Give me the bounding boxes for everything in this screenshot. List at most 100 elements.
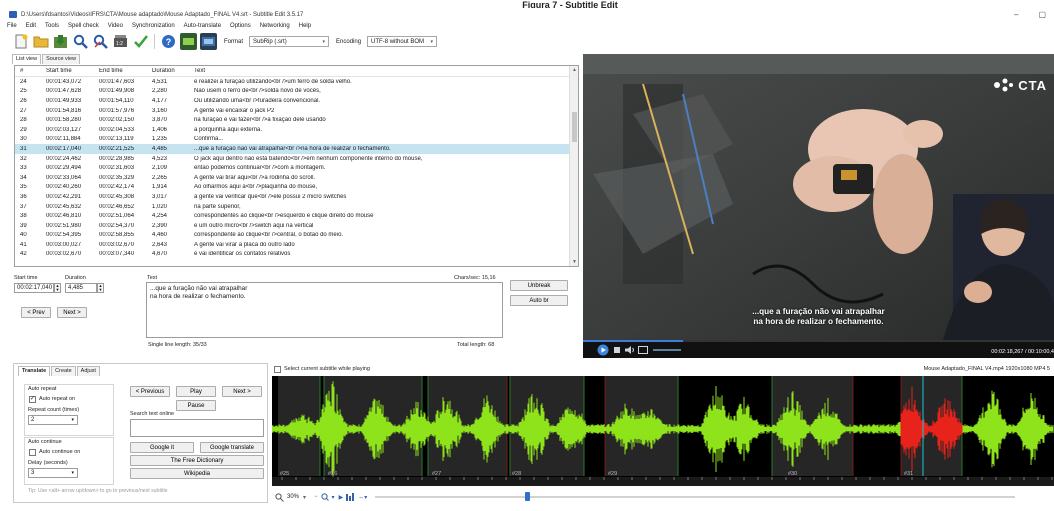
list-item[interactable]: 26 00:01:49,933 00:01:54,110 4,177 Ou utiliz… — [15, 96, 578, 106]
unbreak-button[interactable]: Unbreak — [510, 280, 568, 291]
select-current-checkbox[interactable] — [274, 366, 281, 373]
search-online-input[interactable] — [130, 419, 264, 437]
list-item[interactable]: 34 00:02:33,064 00:02:35,329 2,265 A gente v… — [15, 173, 578, 183]
new-file-icon[interactable] — [12, 33, 29, 50]
waveform-canvas[interactable]: #25 #26 #27 #28 #29 #30 #31 — [272, 376, 1054, 486]
free-dictionary-button[interactable]: The Free Dictionary — [130, 455, 264, 466]
list-item[interactable]: 32 00:02:24,462 00:02:28,985 4,523 O jack aq… — [15, 154, 578, 164]
zoom-more-icon[interactable]: ▾ — [332, 494, 335, 501]
list-item[interactable]: 41 00:03:00,027 00:03:02,670 2,643 A gente v… — [15, 240, 578, 250]
list-item[interactable]: 37 00:02:45,632 00:02:46,652 1,020 na parte … — [15, 202, 578, 212]
waveform-mode-icon[interactable]: ⇔▾ — [358, 494, 367, 501]
menu-video[interactable]: Video — [108, 23, 123, 29]
tab-adjust[interactable]: Adjust — [76, 366, 100, 376]
minimize-button[interactable]: – — [1014, 10, 1018, 19]
list-item[interactable]: 39 00:02:51,980 00:02:54,370 2,390 e um outr… — [15, 221, 578, 231]
help-icon[interactable]: ? — [160, 33, 177, 50]
find-icon[interactable] — [72, 33, 89, 50]
menu-options[interactable]: Options — [230, 23, 251, 29]
start-time-input[interactable]: 00:02:17,040 — [14, 283, 54, 293]
previous-button[interactable]: < Previous — [130, 386, 170, 397]
tab-source-view[interactable]: Source view — [42, 54, 81, 64]
play-icon[interactable] — [597, 344, 609, 356]
menu-help[interactable]: Help — [299, 23, 311, 29]
volume-slider[interactable] — [653, 349, 681, 351]
tab-create[interactable]: Create — [51, 366, 76, 376]
list-item[interactable]: 40 00:02:54,395 00:02:58,855 4,460 correspon… — [15, 231, 578, 241]
repeat-count-select[interactable]: 2 ▾ — [28, 415, 78, 425]
column-header-number[interactable]: # — [15, 68, 41, 74]
list-item[interactable]: 29 00:02:03,127 00:02:04,533 1,406 a porquin… — [15, 125, 578, 135]
replace-icon[interactable] — [92, 33, 109, 50]
menu-tools[interactable]: Tools — [45, 23, 59, 29]
menu-networking[interactable]: Networking — [260, 23, 290, 29]
audio-waveform[interactable]: #25 #26 #27 #28 #29 #30 #31 — [272, 376, 1054, 486]
toggle-video-icon[interactable] — [200, 33, 217, 50]
list-item[interactable]: 30 00:02:11,884 00:02:13,119 1,235 Confirma.… — [15, 135, 578, 145]
column-header-end-time[interactable]: End time — [94, 68, 147, 74]
subtitle-text-input[interactable]: ...que a furação não vai atrapalhar na h… — [146, 282, 503, 338]
zoom-dropdown-icon[interactable]: ▾ — [303, 494, 306, 501]
list-item[interactable]: 25 00:01:47,628 00:01:49,908 2,280 Não usem … — [15, 87, 578, 97]
menu-file[interactable]: File — [7, 23, 17, 29]
menu-edit[interactable]: Edit — [26, 23, 36, 29]
next-subtitle-button[interactable]: Next > — [222, 386, 262, 397]
menu-synchronization[interactable]: Synchronization — [132, 23, 175, 29]
fullscreen-icon[interactable] — [638, 346, 648, 354]
video-player[interactable]: CTA ...que a furação não vai atrapalhar … — [583, 54, 1054, 358]
prev-button[interactable]: < Prev — [21, 307, 51, 318]
list-item[interactable]: 28 00:01:58,280 00:02:02,150 3,870 na furaçã… — [15, 115, 578, 125]
delay-select[interactable]: 3 ▾ — [28, 468, 78, 478]
volume-icon[interactable] — [625, 346, 635, 354]
scrollbar-thumb[interactable] — [572, 112, 577, 142]
wikipedia-button[interactable]: Wikipedia — [130, 468, 264, 479]
column-header-text[interactable]: Text — [189, 68, 559, 74]
slider-thumb[interactable] — [525, 492, 531, 501]
list-item[interactable]: 42 00:03:02,670 00:03:07,340 4,670 e vai ide… — [15, 250, 578, 260]
list-item[interactable]: 38 00:02:46,810 00:02:51,064 4,254 correspon… — [15, 211, 578, 221]
auto-continue-checkbox[interactable] — [29, 449, 36, 456]
duration-stepper[interactable]: ▲ ▼ — [97, 283, 104, 293]
visual-sync-icon[interactable]: 1:2 — [112, 33, 129, 50]
list-item[interactable]: 35 00:02:40,260 00:02:42,174 1,914 Ao olharm… — [15, 183, 578, 193]
subtitle-list[interactable]: # Start time End time Duration Text 24 00… — [14, 65, 579, 267]
list-item[interactable]: 33 00:02:29,494 00:02:31,603 2,109 então pod… — [15, 163, 578, 173]
column-header-duration[interactable]: Duration — [147, 68, 189, 74]
open-folder-icon[interactable] — [32, 33, 49, 50]
google-it-button[interactable]: Google it — [130, 442, 194, 453]
stop-icon[interactable] — [614, 347, 620, 353]
list-item[interactable]: 36 00:02:42,291 00:02:45,308 3,017 a gente v… — [15, 192, 578, 202]
tab-list-view[interactable]: List view — [12, 54, 42, 64]
menu-spell-check[interactable]: Spell check — [68, 23, 99, 29]
play-selection-icon[interactable]: ▶ — [339, 494, 344, 501]
pause-button[interactable]: Pause — [176, 400, 216, 411]
duration-input[interactable]: 4,485 — [65, 283, 97, 293]
format-select[interactable]: SubRip (.srt) ▾ — [249, 36, 330, 47]
scroll-up-icon[interactable]: ▲ — [571, 67, 578, 73]
video-progress-bar[interactable] — [583, 340, 1054, 342]
auto-repeat-checkbox[interactable]: ✓ — [29, 396, 36, 403]
encoding-select[interactable]: UTF-8 without BOM ▾ — [367, 36, 438, 47]
auto-br-button[interactable]: Auto br — [510, 295, 568, 306]
menu-auto-translate[interactable]: Auto-translate — [184, 23, 221, 29]
scroll-down-icon[interactable]: ▼ — [571, 259, 578, 265]
column-header-start-time[interactable]: Start time — [41, 68, 94, 74]
toggle-layout-icon[interactable] — [180, 33, 197, 50]
zoom-in-icon[interactable] — [320, 493, 329, 501]
google-translate-button[interactable]: Google translate — [200, 442, 264, 453]
list-item[interactable]: 27 00:01:54,816 00:01:57,976 3,160 A gente v… — [15, 106, 578, 116]
start-time-stepper[interactable]: ▲ ▼ — [54, 283, 61, 293]
video-frame[interactable]: CTA ...que a furação não vai atrapalhar … — [583, 54, 1054, 340]
spectrogram-icon[interactable] — [346, 493, 355, 501]
zoom-out-icon[interactable]: − — [314, 494, 318, 500]
list-item[interactable]: 24 00:01:43,072 00:01:47,603 4,531 e realize… — [15, 77, 578, 87]
list-item[interactable]: 31 00:02:17,040 00:02:21,525 4,485 ...que a … — [15, 144, 578, 154]
save-icon[interactable] — [52, 33, 69, 50]
maximize-button[interactable]: ▢ — [1038, 10, 1046, 19]
tab-translate[interactable]: Translate — [18, 366, 51, 376]
spell-check-icon[interactable] — [132, 33, 149, 50]
play-button[interactable]: Play — [176, 386, 216, 397]
next-button[interactable]: Next > — [57, 307, 87, 318]
waveform-position-slider[interactable] — [375, 492, 1016, 501]
list-scrollbar[interactable]: ▲ ▼ — [569, 66, 578, 266]
